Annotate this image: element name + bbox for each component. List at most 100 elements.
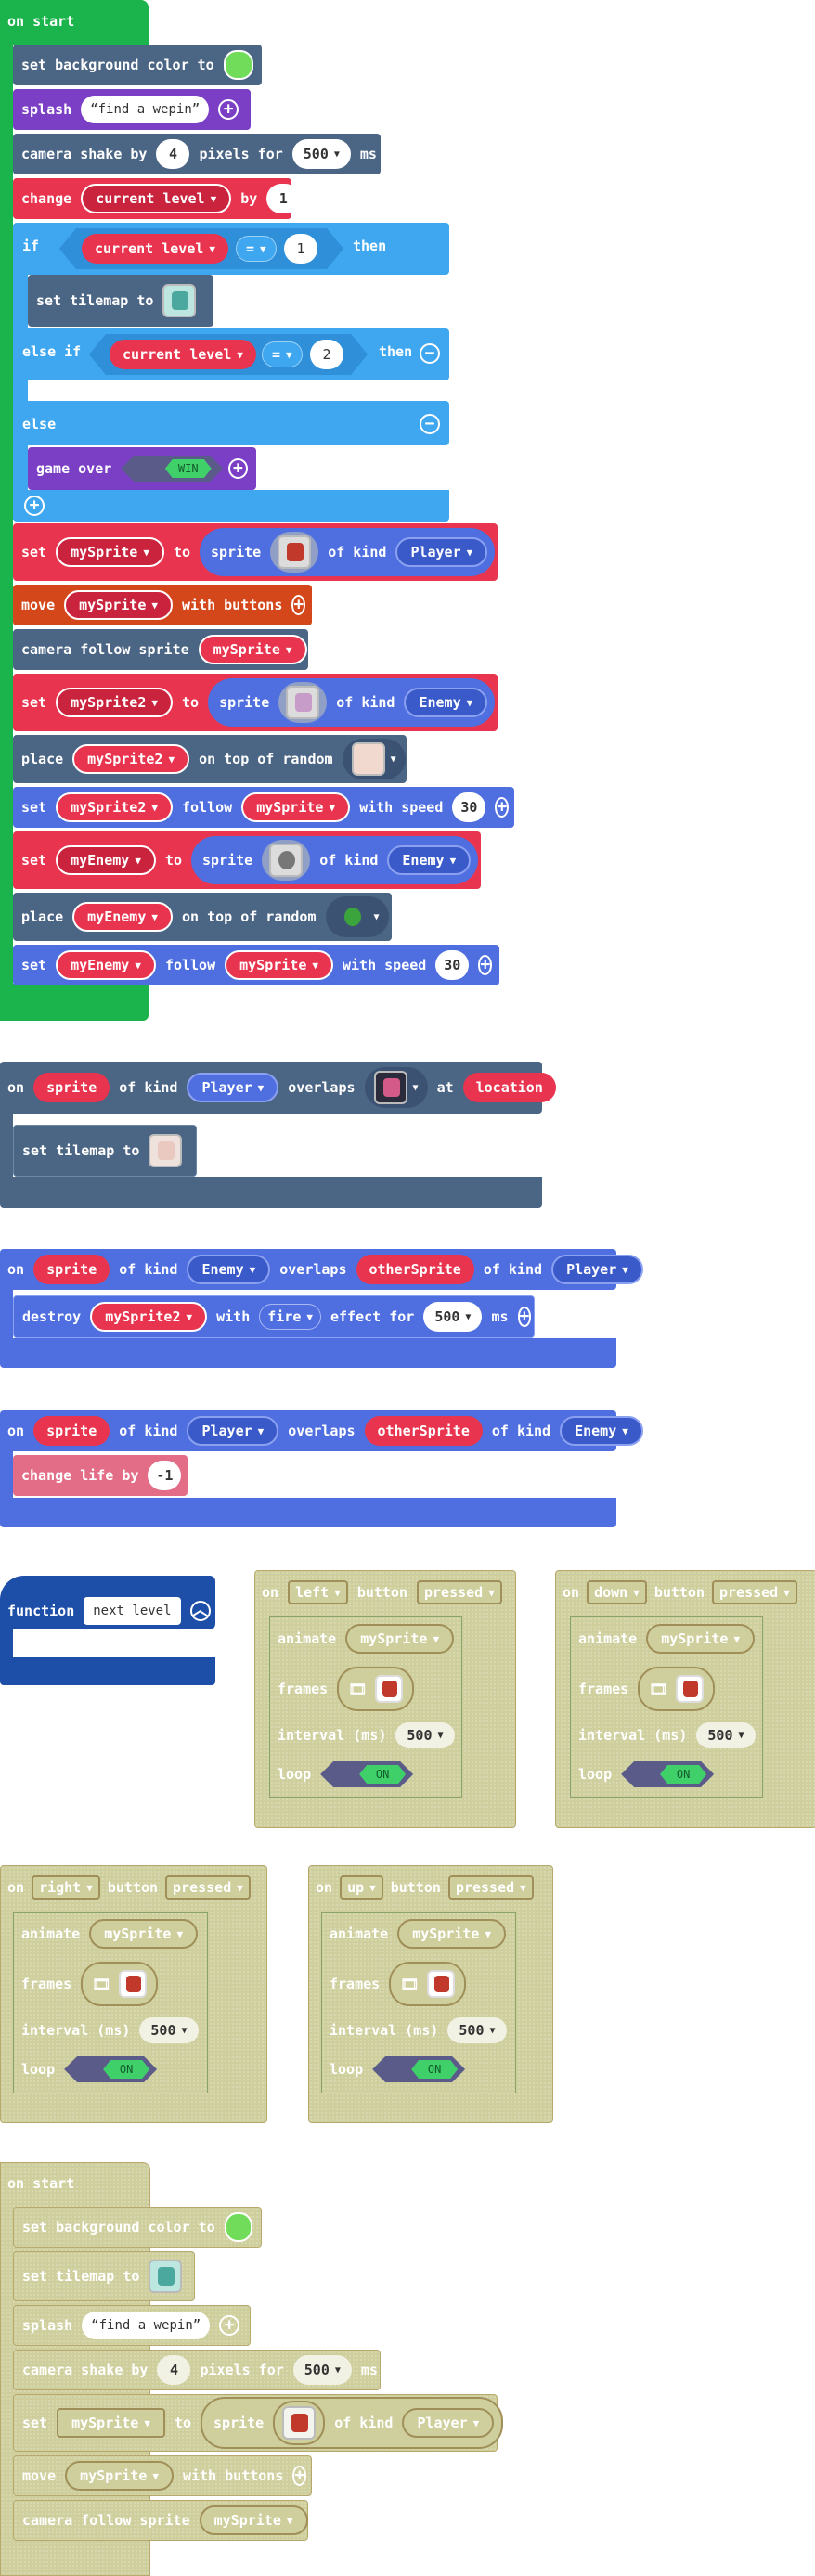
follow-expand-plus-icon[interactable]: +	[478, 955, 493, 975]
place-mysprite2-block[interactable]: place mySprite2 ▼ on top of random ▼	[13, 735, 407, 783]
current-level-reporter[interactable]: current level ▼	[82, 234, 229, 264]
mysprite-var-dropdown[interactable]: mySprite ▼	[397, 1919, 507, 1949]
myenemy-var-dropdown[interactable]: myEnemy ▼	[56, 845, 156, 875]
mysprite2-var-dropdown[interactable]: mySprite2 ▼	[56, 688, 173, 717]
mysprite-var-dropdown[interactable]: mySprite ▼	[56, 537, 164, 567]
other-sprite-param[interactable]: otherSprite	[364, 1416, 483, 1446]
eq-operator-dropdown[interactable]: = ▼	[236, 236, 277, 262]
kind-dropdown[interactable]: Player ▼	[395, 537, 488, 567]
tilemap-thumbnail[interactable]	[149, 2260, 183, 2293]
other-sprite-param[interactable]: otherSprite	[356, 1255, 474, 1284]
camera-follow-block[interactable]: camera follow sprite mySprite ▼	[13, 2500, 308, 2541]
sprite-image-slot[interactable]	[273, 2401, 326, 2445]
else-if-compare-value[interactable]: 2	[310, 340, 343, 369]
pressed-dropdown[interactable]: pressed ▼	[165, 1875, 251, 1900]
shake-amount-input[interactable]: 4	[157, 2355, 191, 2385]
interval-dropdown[interactable]: 500 ▼	[395, 1722, 455, 1748]
mysprite2-var-dropdown[interactable]: mySprite2 ▼	[56, 792, 173, 822]
mysprite2-var-dropdown[interactable]: mySprite2 ▼	[72, 744, 190, 774]
else-remove-minus-icon[interactable]: −	[420, 414, 440, 434]
mysprite-var-dropdown[interactable]: mySprite ▼	[198, 635, 307, 664]
sprite-param[interactable]: sprite	[33, 1416, 110, 1446]
splash-expand-plus-icon[interactable]: +	[219, 2315, 240, 2336]
interval-dropdown[interactable]: 500 ▼	[139, 2017, 199, 2043]
shake-amount-input[interactable]: 4	[156, 139, 190, 169]
camera-follow-block[interactable]: camera follow sprite mySprite ▼	[13, 629, 308, 670]
eq-operator-dropdown-2[interactable]: = ▼	[262, 341, 303, 367]
move-expand-plus-icon[interactable]: +	[292, 2466, 307, 2486]
set-mysprite-block[interactable]: set mySprite ▼ to sprite of kind Player ▼	[13, 523, 498, 581]
splash-block[interactable]: splash “find a wepin” +	[13, 89, 251, 130]
myenemy-var-dropdown[interactable]: myEnemy ▼	[56, 950, 156, 980]
life-delta-input[interactable]: -1	[148, 1461, 182, 1490]
kind-dropdown[interactable]: Enemy ▼	[387, 845, 472, 875]
loop-toggle[interactable]: ON	[372, 2056, 466, 2082]
kind-dropdown[interactable]: Player ▼	[187, 1416, 279, 1446]
button-dropdown[interactable]: right ▼	[32, 1875, 100, 1900]
interval-dropdown[interactable]: 500 ▼	[696, 1722, 756, 1748]
set-tilemap-block-1[interactable]: set tilemap to	[28, 275, 213, 327]
set-mysprite-block[interactable]: set mySprite ▼ to sprite of kind Player ▼	[13, 2394, 504, 2452]
mysprite-var-dropdown[interactable]: mySprite ▼	[89, 1919, 199, 1949]
color-swatch-green[interactable]	[223, 50, 253, 80]
tilemap-thumbnail[interactable]	[162, 284, 197, 317]
sprite-image-slot[interactable]	[270, 532, 319, 573]
sprite-image-slot[interactable]	[262, 840, 311, 881]
change-life-block[interactable]: change life by -1	[13, 1455, 188, 1496]
function-name-input[interactable]: next level	[84, 1597, 181, 1625]
else-if-remove-minus-icon[interactable]: −	[420, 343, 440, 364]
set-tilemap-block-2[interactable]: set tilemap to	[13, 1125, 197, 1177]
mysprite2-var-dropdown[interactable]: mySprite2 ▼	[90, 1302, 208, 1332]
sprite-param[interactable]: sprite	[33, 1255, 110, 1284]
tile-dropdown[interactable]: ▼	[364, 1067, 428, 1108]
myenemy-follow-block[interactable]: set myEnemy ▼ follow mySprite ▼ with speed…	[13, 945, 499, 985]
tilemap-thumbnail[interactable]	[149, 1134, 183, 1167]
mysprite-var-dropdown[interactable]: mySprite ▼	[241, 792, 351, 822]
mysprite-var-dropdown[interactable]: mySprite ▼	[57, 2408, 165, 2438]
kind-dropdown[interactable]: Player ▼	[187, 1073, 279, 1102]
if-compare-value[interactable]: 1	[284, 234, 317, 264]
shake-duration-dropdown[interactable]: 500 ▼	[292, 2355, 352, 2385]
splash-text-input[interactable]: “find a wepin”	[81, 96, 210, 123]
speed-input[interactable]: 30	[452, 792, 486, 822]
set-myenemy-block[interactable]: set myEnemy ▼ to sprite of kind Enemy ▼	[13, 831, 481, 889]
mysprite-var-dropdown[interactable]: mySprite ▼	[345, 1624, 455, 1654]
splash-expand-plus-icon[interactable]: +	[218, 99, 239, 120]
frames-editor[interactable]: 🎞	[389, 1962, 466, 2006]
kind-dropdown[interactable]: Player ▼	[402, 2408, 495, 2438]
set-mysprite2-block[interactable]: set mySprite2 ▼ to sprite of kind Enemy ▼	[13, 674, 498, 731]
frames-editor[interactable]: 🎞	[81, 1962, 158, 2006]
move-with-buttons-block[interactable]: move mySprite ▼ with buttons +	[13, 2455, 312, 2496]
kind-dropdown[interactable]: Enemy ▼	[404, 688, 488, 717]
loop-toggle[interactable]: ON	[621, 1761, 715, 1787]
mysprite2-follow-block[interactable]: set mySprite2 ▼ follow mySprite ▼ with spe…	[13, 787, 514, 828]
button-dropdown[interactable]: up ▼	[340, 1875, 383, 1900]
win-toggle[interactable]: WIN	[121, 456, 224, 482]
set-tilemap-block[interactable]: set tilemap to	[13, 2251, 195, 2301]
kind-dropdown[interactable]: Player ▼	[551, 1255, 643, 1284]
myenemy-var-dropdown[interactable]: myEnemy ▼	[72, 902, 173, 932]
current-level-var-dropdown[interactable]: current level ▼	[81, 184, 232, 213]
else-header[interactable]	[13, 401, 449, 445]
camera-shake-block[interactable]: camera shake by 4 pixels for 500 ▼ ms	[13, 134, 381, 174]
location-param[interactable]: location	[462, 1073, 556, 1102]
tile-dropdown[interactable]: ▼	[342, 739, 406, 779]
change-level-block[interactable]: change current level ▼ by 1	[13, 178, 301, 219]
mysprite-var-dropdown[interactable]: mySprite ▼	[199, 2505, 308, 2535]
sprite-image-slot[interactable]	[278, 682, 328, 723]
shake-duration-dropdown[interactable]: 500 ▼	[291, 139, 351, 169]
set-background-color-block[interactable]: set background color to	[13, 45, 262, 85]
mysprite-var-dropdown[interactable]: mySprite ▼	[225, 950, 333, 980]
pressed-dropdown[interactable]: pressed ▼	[417, 1580, 502, 1604]
frames-editor[interactable]: 🎞	[638, 1667, 715, 1711]
destroy-block[interactable]: destroy mySprite2 ▼ with fire ▼ effect for…	[13, 1295, 535, 1338]
splash-block[interactable]: splash “find a wepin” +	[13, 2305, 251, 2346]
kind-dropdown[interactable]: Enemy ▼	[560, 1416, 643, 1446]
game-over-expand-plus-icon[interactable]: +	[227, 458, 248, 479]
place-myenemy-block[interactable]: place myEnemy ▼ on top of random ▼	[13, 893, 392, 941]
splash-text-input[interactable]: “find a wepin”	[82, 2312, 211, 2339]
tile-dropdown[interactable]: ▼	[325, 896, 389, 937]
pressed-dropdown[interactable]: pressed ▼	[447, 1875, 534, 1900]
move-with-buttons-block[interactable]: move mySprite ▼ with buttons +	[13, 585, 312, 625]
move-expand-plus-icon[interactable]: +	[291, 595, 306, 615]
